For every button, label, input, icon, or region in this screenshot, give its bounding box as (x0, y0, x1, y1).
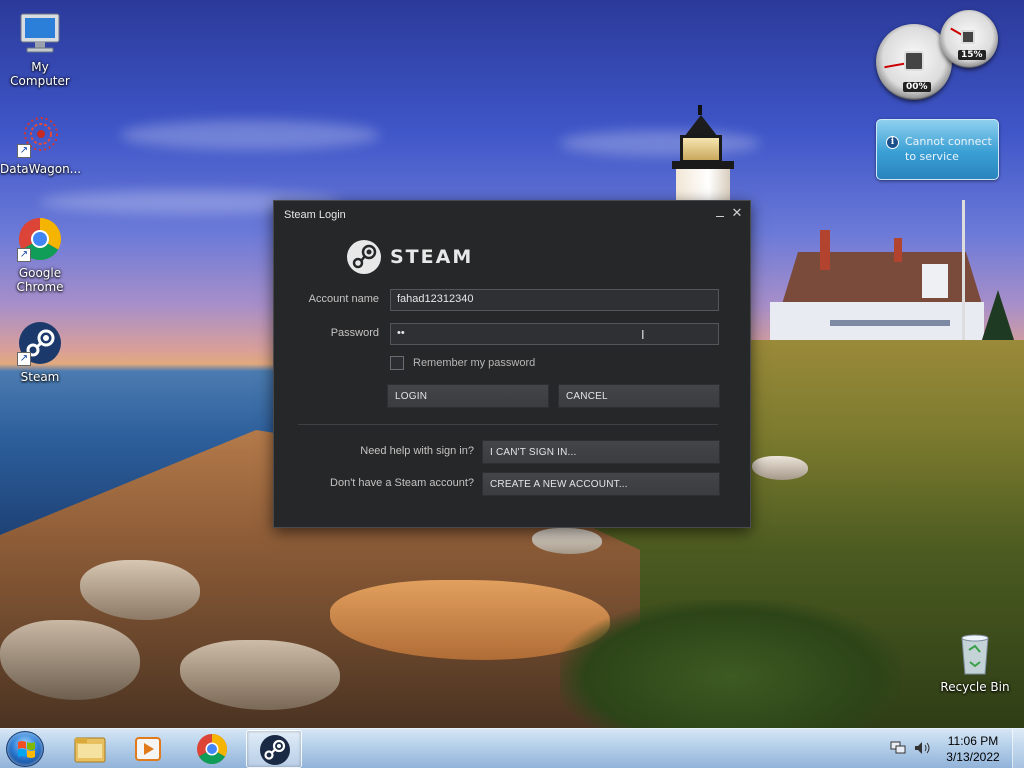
folder-icon (74, 737, 106, 763)
desktop-icon-my-computer[interactable]: My Computer (0, 10, 80, 88)
steam-login-dialog: Steam Login ✕ STEAM Account name fahad12… (273, 200, 751, 528)
steam-icon (260, 735, 290, 765)
minimize-button[interactable] (712, 205, 728, 221)
memory-gauge: 15% (940, 10, 998, 68)
desktop-icon-recycle-bin[interactable]: Recycle Bin (935, 630, 1015, 694)
house (770, 230, 990, 350)
password-field[interactable]: •• I (390, 323, 719, 345)
close-button[interactable]: ✕ (729, 205, 745, 221)
cancel-button[interactable]: CANCEL (558, 384, 720, 408)
flower-bush (560, 600, 900, 728)
steam-wordmark: STEAM (390, 246, 474, 268)
taskbar-media-player-button[interactable] (120, 730, 176, 768)
account-name-field[interactable]: fahad12312340 (390, 289, 719, 311)
remember-password-label: Remember my password (413, 357, 536, 369)
show-desktop-button[interactable] (1012, 729, 1024, 768)
cpu-percent: 00% (903, 82, 931, 92)
desktop-icon-google-chrome[interactable]: ↗ Google Chrome (0, 216, 80, 294)
clock-date[interactable]: 3/13/2022 (938, 750, 1008, 764)
chrome-icon (197, 734, 228, 765)
password-value: •• (397, 327, 405, 339)
volume-icon[interactable] (914, 741, 932, 755)
create-account-button[interactable]: CREATE A NEW ACCOUNT... (482, 472, 720, 496)
account-name-label: Account name (308, 293, 379, 305)
desktop-icon-label: Google Chrome (16, 266, 64, 294)
chrome-icon: ↗ (17, 216, 63, 262)
flagpole (962, 200, 965, 348)
help-sign-in-label: Need help with sign in? (360, 445, 474, 457)
remember-password-checkbox[interactable] (390, 356, 404, 370)
text-cursor-icon: I (641, 327, 645, 342)
gadget-status-message[interactable]: i Cannot connect to service (876, 119, 999, 180)
cant-sign-in-button[interactable]: I CAN'T SIGN IN... (482, 440, 720, 464)
shortcut-arrow-icon: ↗ (17, 144, 31, 158)
gadget-message-text: Cannot connect to service (905, 135, 992, 163)
recycle-bin-icon (952, 630, 998, 676)
divider (298, 424, 718, 425)
lighthouse (668, 105, 740, 215)
datawagon-icon: ↗ (17, 112, 63, 158)
start-button[interactable] (6, 731, 44, 767)
cloud (120, 120, 380, 150)
memory-percent: 15% (958, 50, 986, 60)
desktop-icon-steam[interactable]: ↗ Steam (0, 320, 80, 384)
desktop-icon-label: My Computer (10, 60, 70, 88)
taskbar-chrome-button[interactable] (184, 730, 240, 768)
desktop-icon-label: Steam (20, 370, 60, 384)
chip-icon (904, 51, 924, 71)
minimize-icon (716, 216, 724, 217)
info-icon: i (886, 136, 899, 149)
shortcut-arrow-icon: ↗ (17, 352, 31, 366)
login-button[interactable]: LOGIN (387, 384, 549, 408)
steam-icon: ↗ (17, 320, 63, 366)
windows-logo-icon (18, 741, 35, 758)
clock-time[interactable]: 11:06 PM (938, 734, 1008, 748)
desktop-icon-datawagon[interactable]: ↗ DataWagon... (0, 112, 82, 176)
close-icon: ✕ (731, 205, 743, 220)
no-account-label: Don't have a Steam account? (330, 477, 474, 489)
desktop-icon-label: DataWagon... (0, 162, 82, 176)
media-player-icon (135, 737, 161, 761)
taskbar: 11:06 PM 3/13/2022 (0, 728, 1024, 768)
memory-chip-icon (961, 30, 975, 44)
computer-icon (17, 10, 63, 56)
desktop-icon-label: Recycle Bin (940, 680, 1010, 694)
shortcut-arrow-icon: ↗ (17, 248, 31, 262)
steam-logo: STEAM (346, 239, 473, 275)
account-name-value: fahad12312340 (397, 293, 474, 305)
taskbar-steam-button[interactable] (246, 730, 302, 768)
dialog-title: Steam Login (284, 209, 346, 221)
taskbar-explorer-button[interactable] (62, 730, 118, 768)
password-label: Password (330, 327, 379, 339)
network-icon[interactable] (890, 741, 906, 755)
steam-logo-icon (347, 240, 381, 274)
